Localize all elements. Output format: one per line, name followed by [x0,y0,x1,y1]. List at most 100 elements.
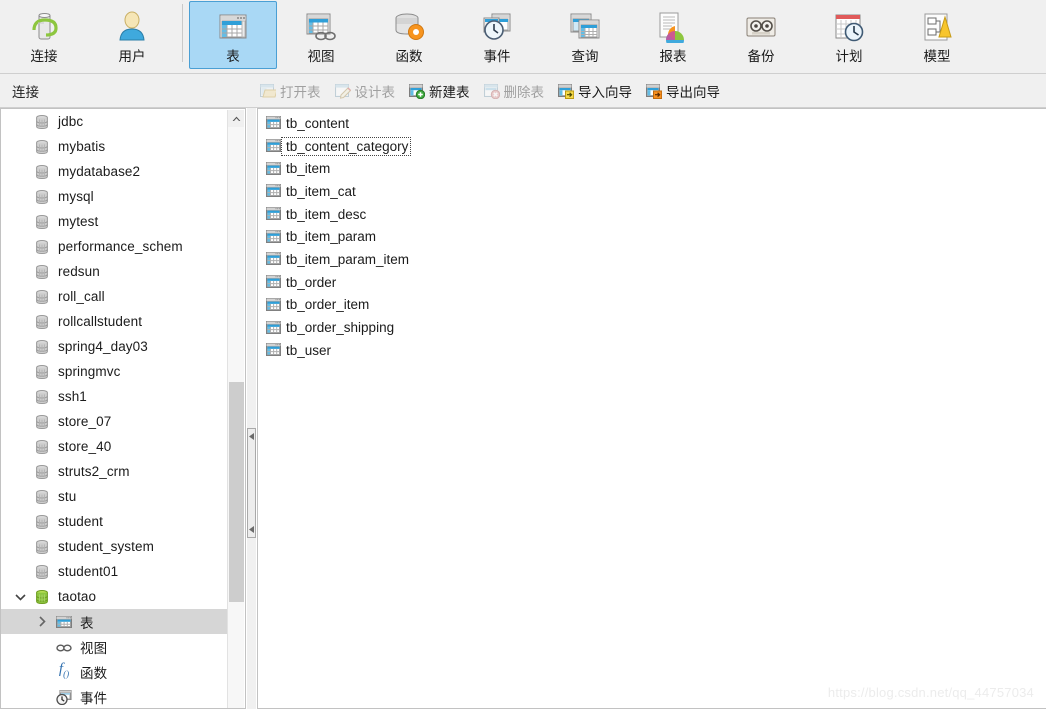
sidebar-item-store_40[interactable]: store_40 [1,434,229,459]
sidebar-item-label: mysql [58,189,94,204]
sidebar-item-mybatis[interactable]: mybatis [1,134,229,159]
new-table-button[interactable]: 新建表 [403,78,476,104]
sidebar-item-mytest[interactable]: mytest [1,209,229,234]
open-table-icon [260,83,278,99]
table-row[interactable]: tb_item [260,157,1046,180]
delete-table-button: 删除表 [478,78,551,104]
query-icon [569,6,601,48]
sidebar-item-事件[interactable]: 事件 [1,684,229,708]
database-icon [31,364,53,380]
table-row[interactable]: tb_order [260,271,1046,294]
ribbon-tab-label: 表 [226,49,240,64]
panel-splitter[interactable] [247,108,256,709]
sidebar-item-视图[interactable]: 视图 [1,634,229,659]
splitter-grip[interactable] [247,428,256,538]
sidebar-item-mysql[interactable]: mysql [1,184,229,209]
database-icon [31,139,53,155]
table-item-icon [266,138,282,154]
database-icon [31,489,53,505]
table-icon [217,6,249,48]
table-row[interactable]: tb_item_param_item [260,248,1046,271]
open-table-button: 打开表 [254,78,327,104]
export-wizard-button[interactable]: 导出向导 [640,78,726,104]
sidebar-item-springmvc[interactable]: springmvc [1,359,229,384]
sidebar-item-student01[interactable]: student01 [1,559,229,584]
sidebar-item-stu[interactable]: stu [1,484,229,509]
connection-tree: jdbc mybatis mydatabase2 mysql mytest perform… [1,109,229,708]
sidebar-item-redsun[interactable]: redsun [1,259,229,284]
import-wizard-button[interactable]: 导入向导 [552,78,638,104]
table-row[interactable]: tb_order_item [260,294,1046,317]
delete-table-icon [483,83,500,99]
table-row[interactable]: tb_user [260,339,1046,362]
table-action-buttons: 打开表 设计表 新建表 删除表 导入向导 导出向导 [240,78,726,104]
table-row[interactable]: tb_content_category [260,135,1046,158]
ribbon-tab-model[interactable]: 模型 [893,1,981,69]
view-icon [305,6,337,48]
database-icon [31,189,53,205]
sidebar-item-label: redsun [58,264,100,279]
table-row[interactable]: tb_order_shipping [260,316,1046,339]
sidebar-item-表[interactable]: 表 [1,609,229,634]
sidebar-vertical-scrollbar[interactable] [227,110,244,708]
ribbon-tab-user[interactable]: 用户 [88,1,176,69]
sidebar-item-mydatabase2[interactable]: mydatabase2 [1,159,229,184]
table-item-icon [266,115,282,131]
sidebar-item-struts2_crm[interactable]: struts2_crm [1,459,229,484]
sidebar-item-store_07[interactable]: store_07 [1,409,229,434]
toolbar-button-label: 导入向导 [578,84,632,100]
toolbar-button-label: 打开表 [280,84,321,100]
ribbon-tab-report[interactable]: 报表 [629,1,717,69]
splitter-arrow-left-top [249,433,254,440]
database-icon [31,264,53,280]
ribbon-tab-query[interactable]: 查询 [541,1,629,69]
ribbon-tab-view[interactable]: 视图 [277,1,365,69]
ribbon-group-objects: 表 视图 函数 事件 查询 报表 备份 计划 模型 [189,0,981,72]
event-node-icon [53,689,75,705]
sidebar-item-label: store_40 [58,439,112,454]
sidebar-item-performance_schem[interactable]: performance_schem [1,234,229,259]
connection-tree-panel: jdbc mybatis mydatabase2 mysql mytest perform… [0,108,246,709]
sidebar-item-taotao[interactable]: taotao [1,584,229,609]
chevron-right-icon[interactable] [31,616,53,627]
design-table-icon [334,83,351,99]
sidebar-item-label: student_system [58,539,154,554]
sidebar-item-label: 函数 [80,665,108,681]
table-row[interactable]: tb_item_param [260,225,1046,248]
main-ribbon: 连接 用户 表 视图 函数 事件 查询 报表 备份 计划 模型 [0,0,1046,74]
ribbon-tab-table[interactable]: 表 [189,1,277,69]
chevron-down-icon[interactable] [9,593,31,601]
table-row[interactable]: tb_content [260,112,1046,135]
ribbon-tab-event[interactable]: 事件 [453,1,541,69]
schedule-icon [833,6,865,48]
export-wizard-icon [646,83,663,99]
ribbon-tab-schedule[interactable]: 计划 [805,1,893,69]
sidebar-item-student_system[interactable]: student_system [1,534,229,559]
model-icon [921,6,953,48]
table-row[interactable]: tb_item_desc [260,203,1046,226]
scrollbar-thumb[interactable] [229,382,244,602]
ribbon-tab-label: 备份 [747,49,775,64]
sidebar-item-label: jdbc [58,114,84,129]
table-row[interactable]: tb_item_cat [260,180,1046,203]
table-name: tb_item_cat [286,183,356,199]
table-item-icon [266,274,282,290]
sidebar-item-roll_call[interactable]: roll_call [1,284,229,309]
table-name: tb_item_desc [286,206,367,222]
database-icon [31,389,53,405]
database-icon [31,514,53,530]
ribbon-tab-connection[interactable]: 连接 [0,1,88,69]
sidebar-item-label: 事件 [80,690,108,706]
sidebar-item-jdbc[interactable]: jdbc [1,109,229,134]
sidebar-item-函数[interactable]: f() 函数 [1,659,229,684]
sidebar-item-label: mytest [58,214,99,229]
scroll-up-arrow[interactable] [228,110,244,127]
sidebar-item-spring4_day03[interactable]: spring4_day03 [1,334,229,359]
ribbon-tab-function[interactable]: 函数 [365,1,453,69]
sidebar-item-student[interactable]: student [1,509,229,534]
ribbon-divider [182,4,183,62]
sidebar-item-ssh1[interactable]: ssh1 [1,384,229,409]
ribbon-tab-backup[interactable]: 备份 [717,1,805,69]
sidebar-item-rollcallstudent[interactable]: rollcallstudent [1,309,229,334]
watermark-text: https://blog.csdn.net/qq_44757034 [827,685,1034,700]
